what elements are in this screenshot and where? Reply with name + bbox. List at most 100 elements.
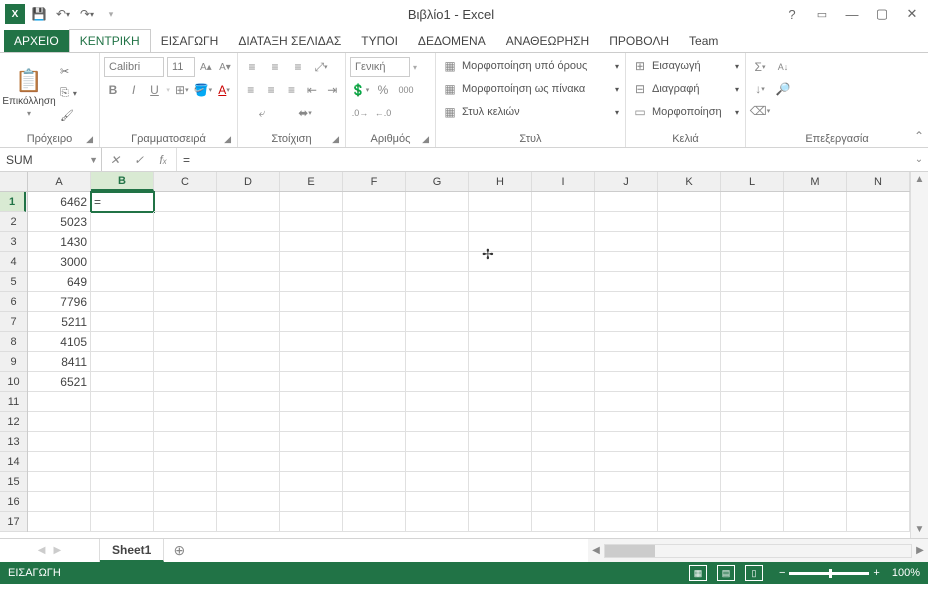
cell-H2[interactable] [469,212,532,232]
cell-B11[interactable] [91,392,154,412]
cell-M10[interactable] [784,372,847,392]
cell-A3[interactable]: 1430 [28,232,91,252]
vertical-scrollbar[interactable]: ▲ ▼ [910,172,928,538]
row-header-2[interactable]: 2 [0,212,27,232]
cell-K13[interactable] [658,432,721,452]
cell-K11[interactable] [658,392,721,412]
collapse-ribbon-icon[interactable]: ⌃ [914,129,924,143]
scrollbar-thumb[interactable] [605,545,655,557]
cell-C5[interactable] [154,272,217,292]
cell-D11[interactable] [217,392,280,412]
fill-color-button[interactable]: 🪣▾ [194,80,212,100]
cell-J9[interactable] [595,352,658,372]
cell-D6[interactable] [217,292,280,312]
tab-insert[interactable]: ΕΙΣΑΓΩΓΗ [151,30,229,52]
column-header-N[interactable]: N [847,172,910,191]
cell-F2[interactable] [343,212,406,232]
cell-E14[interactable] [280,452,343,472]
cell-B10[interactable] [91,372,154,392]
format-cells-button[interactable]: ▭Μορφοποίηση▾ [630,101,741,123]
cell-N14[interactable] [847,452,910,472]
cell-G15[interactable] [406,472,469,492]
cell-L13[interactable] [721,432,784,452]
cell-C10[interactable] [154,372,217,392]
new-sheet-button[interactable]: ⊕ [164,539,194,562]
grow-font-button[interactable]: A▴ [198,57,214,77]
column-header-F[interactable]: F [343,172,406,191]
cell-J6[interactable] [595,292,658,312]
cell-L15[interactable] [721,472,784,492]
column-header-E[interactable]: E [280,172,343,191]
chevron-down-icon[interactable]: ▼ [89,155,98,165]
align-left-button[interactable]: ≡ [242,80,259,100]
cell-K2[interactable] [658,212,721,232]
cell-M12[interactable] [784,412,847,432]
cell-H12[interactable] [469,412,532,432]
cell-N6[interactable] [847,292,910,312]
cell-C15[interactable] [154,472,217,492]
cell-F15[interactable] [343,472,406,492]
autosum-button[interactable]: Σ▾ [750,57,770,77]
page-break-view-button[interactable]: ▯ [745,565,763,581]
fill-button[interactable]: ↓▾ [750,79,770,99]
cell-K12[interactable] [658,412,721,432]
insert-function-button[interactable]: fx [154,153,172,167]
cell-E4[interactable] [280,252,343,272]
cell-H16[interactable] [469,492,532,512]
shrink-font-button[interactable]: A▾ [217,57,233,77]
row-header-14[interactable]: 14 [0,452,27,472]
cell-D16[interactable] [217,492,280,512]
cell-L1[interactable] [721,192,784,212]
cell-G11[interactable] [406,392,469,412]
cell-M1[interactable] [784,192,847,212]
zoom-slider[interactable] [789,572,869,575]
cell-A5[interactable]: 649 [28,272,91,292]
row-header-16[interactable]: 16 [0,492,27,512]
cell-H3[interactable] [469,232,532,252]
column-header-J[interactable]: J [595,172,658,191]
cell-D17[interactable] [217,512,280,532]
dialog-launcher-icon[interactable]: ◢ [422,134,429,145]
cell-G14[interactable] [406,452,469,472]
cell-A10[interactable]: 6521 [28,372,91,392]
decrease-indent-button[interactable]: ⇤ [303,80,320,100]
cell-N15[interactable] [847,472,910,492]
cell-M5[interactable] [784,272,847,292]
cell-C4[interactable] [154,252,217,272]
currency-button[interactable]: 💲▾ [350,80,370,100]
cell-B3[interactable] [91,232,154,252]
cell-A16[interactable] [28,492,91,512]
cell-C16[interactable] [154,492,217,512]
cell-N16[interactable] [847,492,910,512]
cell-N10[interactable] [847,372,910,392]
cell-D13[interactable] [217,432,280,452]
cell-I17[interactable] [532,512,595,532]
cell-N17[interactable] [847,512,910,532]
cell-K8[interactable] [658,332,721,352]
cells-area[interactable]: 6462=50231430300064977965211410584116521 [28,192,910,538]
cell-H9[interactable] [469,352,532,372]
cell-L4[interactable] [721,252,784,272]
cell-E8[interactable] [280,332,343,352]
cell-I16[interactable] [532,492,595,512]
cell-C7[interactable] [154,312,217,332]
cell-G2[interactable] [406,212,469,232]
cell-H7[interactable] [469,312,532,332]
cell-I7[interactable] [532,312,595,332]
cell-A8[interactable]: 4105 [28,332,91,352]
cell-C3[interactable] [154,232,217,252]
orientation-button[interactable]: ⤢▾ [311,57,331,77]
cell-H13[interactable] [469,432,532,452]
tab-view[interactable]: ΠΡΟΒΟΛΗ [599,30,679,52]
cell-J11[interactable] [595,392,658,412]
cell-N13[interactable] [847,432,910,452]
cell-F6[interactable] [343,292,406,312]
cell-M9[interactable] [784,352,847,372]
cell-N12[interactable] [847,412,910,432]
cell-I12[interactable] [532,412,595,432]
row-header-1[interactable]: 1 [0,192,26,212]
cell-J12[interactable] [595,412,658,432]
cell-E17[interactable] [280,512,343,532]
column-header-L[interactable]: L [721,172,784,191]
align-top-button[interactable]: ≡ [242,57,262,77]
